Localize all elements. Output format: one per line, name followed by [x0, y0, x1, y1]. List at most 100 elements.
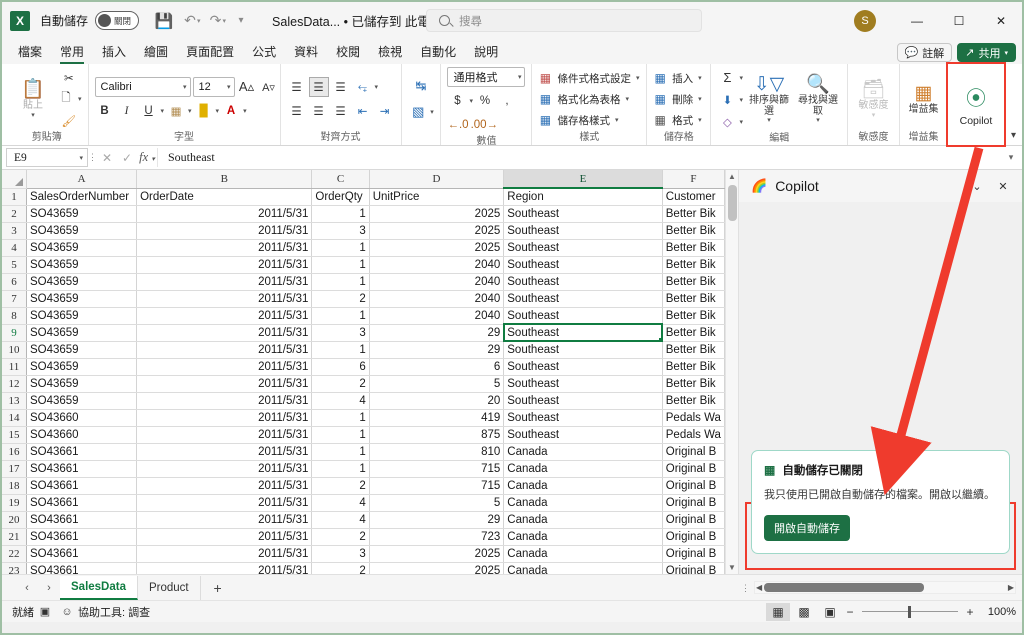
row-header[interactable]: 19 [2, 494, 27, 512]
cell-e6[interactable]: Southeast [503, 273, 663, 291]
enter-formula-icon[interactable]: ✓ [117, 151, 137, 165]
cell-c10[interactable]: 1 [311, 341, 370, 359]
cell-c4[interactable]: 1 [311, 239, 370, 257]
cell-d16[interactable]: 810 [369, 443, 505, 461]
table-row[interactable]: 10 SO43659 2011/5/31 1 29 Southeast Bett… [2, 341, 725, 359]
cell-c12[interactable]: 2 [311, 375, 370, 393]
table-row[interactable]: 16 SO43661 2011/5/31 1 810 Canada Origin… [2, 443, 725, 461]
table-row[interactable]: 3 SO43659 2011/5/31 3 2025 Southeast Bet… [2, 222, 725, 240]
cell-a19[interactable]: SO43661 [26, 494, 138, 512]
cell-d11[interactable]: 6 [369, 358, 505, 376]
table-row[interactable]: 20 SO43661 2011/5/31 4 29 Canada Origina… [2, 511, 725, 529]
cell-d10[interactable]: 29 [369, 341, 505, 359]
cell-f14[interactable]: Pedals Wa [662, 409, 725, 427]
cell-b14[interactable]: 2011/5/31 [136, 409, 313, 427]
cell-b6[interactable]: 2011/5/31 [136, 273, 313, 291]
bold-button[interactable]: B [95, 101, 115, 121]
row-header[interactable]: 14 [2, 409, 27, 427]
cell-a6[interactable]: SO43659 [26, 273, 138, 291]
cell-e11[interactable]: Southeast [503, 358, 663, 376]
tab-data[interactable]: 資料 [285, 41, 327, 64]
row-header[interactable]: 10 [2, 341, 27, 359]
cell-e16[interactable]: Canada [503, 443, 663, 461]
cell-a12[interactable]: SO43659 [26, 375, 138, 393]
table-row[interactable]: 4 SO43659 2011/5/31 1 2025 Southeast Bet… [2, 239, 725, 257]
cell-e7[interactable]: Southeast [503, 290, 663, 308]
cell-b12[interactable]: 2011/5/31 [136, 375, 313, 393]
table-row[interactable]: 15 SO43660 2011/5/31 1 875 Southeast Ped… [2, 426, 725, 444]
row-header[interactable]: 13 [2, 392, 27, 410]
cell-d12[interactable]: 5 [369, 375, 505, 393]
cell-b15[interactable]: 2011/5/31 [136, 426, 313, 444]
format-cells-button[interactable]: ▦ 格式 ▾ [653, 110, 702, 131]
cell-b17[interactable]: 2011/5/31 [136, 460, 313, 478]
cell-b21[interactable]: 2011/5/31 [136, 528, 313, 546]
tab-insert[interactable]: 插入 [93, 41, 135, 64]
insert-cells-chevron-down-icon[interactable]: ▾ [698, 74, 702, 82]
redo-chevron-down-icon[interactable]: ▾ [223, 17, 227, 25]
zoom-level-label[interactable]: 100% [982, 606, 1016, 618]
cell-b1[interactable]: OrderDate [136, 188, 313, 206]
align-top-icon[interactable]: ☰ [287, 77, 307, 97]
cell-a20[interactable]: SO43661 [26, 511, 138, 529]
fill-color-icon[interactable]: █ [194, 101, 214, 121]
row-header[interactable]: 21 [2, 528, 27, 546]
cell-a14[interactable]: SO43660 [26, 409, 138, 427]
cell-a17[interactable]: SO43661 [26, 460, 138, 478]
cell-d17[interactable]: 715 [369, 460, 505, 478]
cell-c6[interactable]: 1 [311, 273, 370, 291]
normal-view-icon[interactable]: ▦ [766, 602, 790, 621]
number-format-select[interactable]: 通用格式 ▾ [447, 67, 526, 87]
table-row[interactable]: 12 SO43659 2011/5/31 2 5 Southeast Bette… [2, 375, 725, 393]
cell-e18[interactable]: Canada [503, 477, 663, 495]
sort-filter-button[interactable]: ⇩▽ 排序與篩選 ▾ [745, 74, 793, 124]
table-row[interactable]: 5 SO43659 2011/5/31 1 2040 Southeast Bet… [2, 256, 725, 274]
cell-d5[interactable]: 2040 [369, 256, 505, 274]
format-as-table-chevron-down-icon[interactable]: ▾ [625, 95, 629, 103]
zoom-out-button[interactable]: − [844, 605, 856, 619]
cell-e17[interactable]: Canada [503, 460, 663, 478]
selected-cell-e9[interactable]: Southeast [502, 323, 664, 342]
cell-a23[interactable]: SO43661 [26, 562, 138, 574]
cell-b18[interactable]: 2011/5/31 [136, 477, 313, 495]
column-header-c[interactable]: C [311, 170, 370, 189]
copy-icon[interactable]: 🗋 [56, 89, 76, 109]
cell-f7[interactable]: Better Bik [662, 290, 725, 308]
document-title[interactable]: SalesData... • 已儲存到 此電腦 [272, 11, 442, 30]
table-row[interactable]: 19 SO43661 2011/5/31 4 5 Canada Original… [2, 494, 725, 512]
row-header[interactable]: 11 [2, 358, 27, 376]
cell-a1[interactable]: SalesOrderNumber [26, 188, 138, 206]
cell-e2[interactable]: Southeast [503, 205, 663, 223]
table-row[interactable]: 22 SO43661 2011/5/31 3 2025 Canada Origi… [2, 545, 725, 563]
cell-c19[interactable]: 4 [311, 494, 370, 512]
cell-d14[interactable]: 419 [369, 409, 505, 427]
currency-format-button[interactable]: $ [447, 91, 467, 111]
cell-c13[interactable]: 4 [311, 392, 370, 410]
row-header[interactable]: 8 [2, 307, 27, 325]
cell-f16[interactable]: Original B [662, 443, 725, 461]
increase-decimal-icon[interactable]: .00→ [471, 115, 499, 135]
cell-e8[interactable]: Southeast [503, 307, 663, 325]
page-break-view-icon[interactable]: ▣ [818, 603, 842, 621]
font-size-input[interactable]: 12 ▾ [192, 77, 235, 97]
font-name-input[interactable]: Calibri ▾ [94, 77, 191, 97]
cell-f11[interactable]: Better Bik [662, 358, 725, 376]
cell-a8[interactable]: SO43659 [26, 307, 138, 325]
cell-b20[interactable]: 2011/5/31 [136, 511, 313, 529]
cell-e21[interactable]: Canada [503, 528, 663, 546]
copilot-minimize-icon[interactable]: ⌄ [964, 173, 990, 199]
underline-chevron-down-icon[interactable]: ▾ [161, 107, 165, 115]
column-header-f[interactable]: F [662, 170, 725, 189]
table-row[interactable]: 11 SO43659 2011/5/31 6 6 Southeast Bette… [2, 358, 725, 376]
accessibility-label[interactable]: 協助工具: 調查 [78, 604, 150, 620]
worksheet-grid[interactable]: A B C D E F 1 SalesOrderNumber OrderDate… [2, 170, 725, 574]
increase-indent-icon[interactable]: ⇥ [375, 101, 395, 121]
cell-d22[interactable]: 2025 [369, 545, 505, 563]
comments-button[interactable]: 💬 註解 [896, 43, 953, 62]
percent-format-button[interactable]: % [475, 91, 495, 111]
conditional-formatting-button[interactable]: ▦ 條件式格式設定 ▾ [538, 68, 640, 89]
table-row[interactable]: 17 SO43661 2011/5/31 1 715 Canada Origin… [2, 460, 725, 478]
addins-button[interactable]: ▦ 增益集 [906, 83, 941, 115]
cell-f12[interactable]: Better Bik [662, 375, 725, 393]
borders-chevron-down-icon[interactable]: ▾ [188, 107, 192, 115]
